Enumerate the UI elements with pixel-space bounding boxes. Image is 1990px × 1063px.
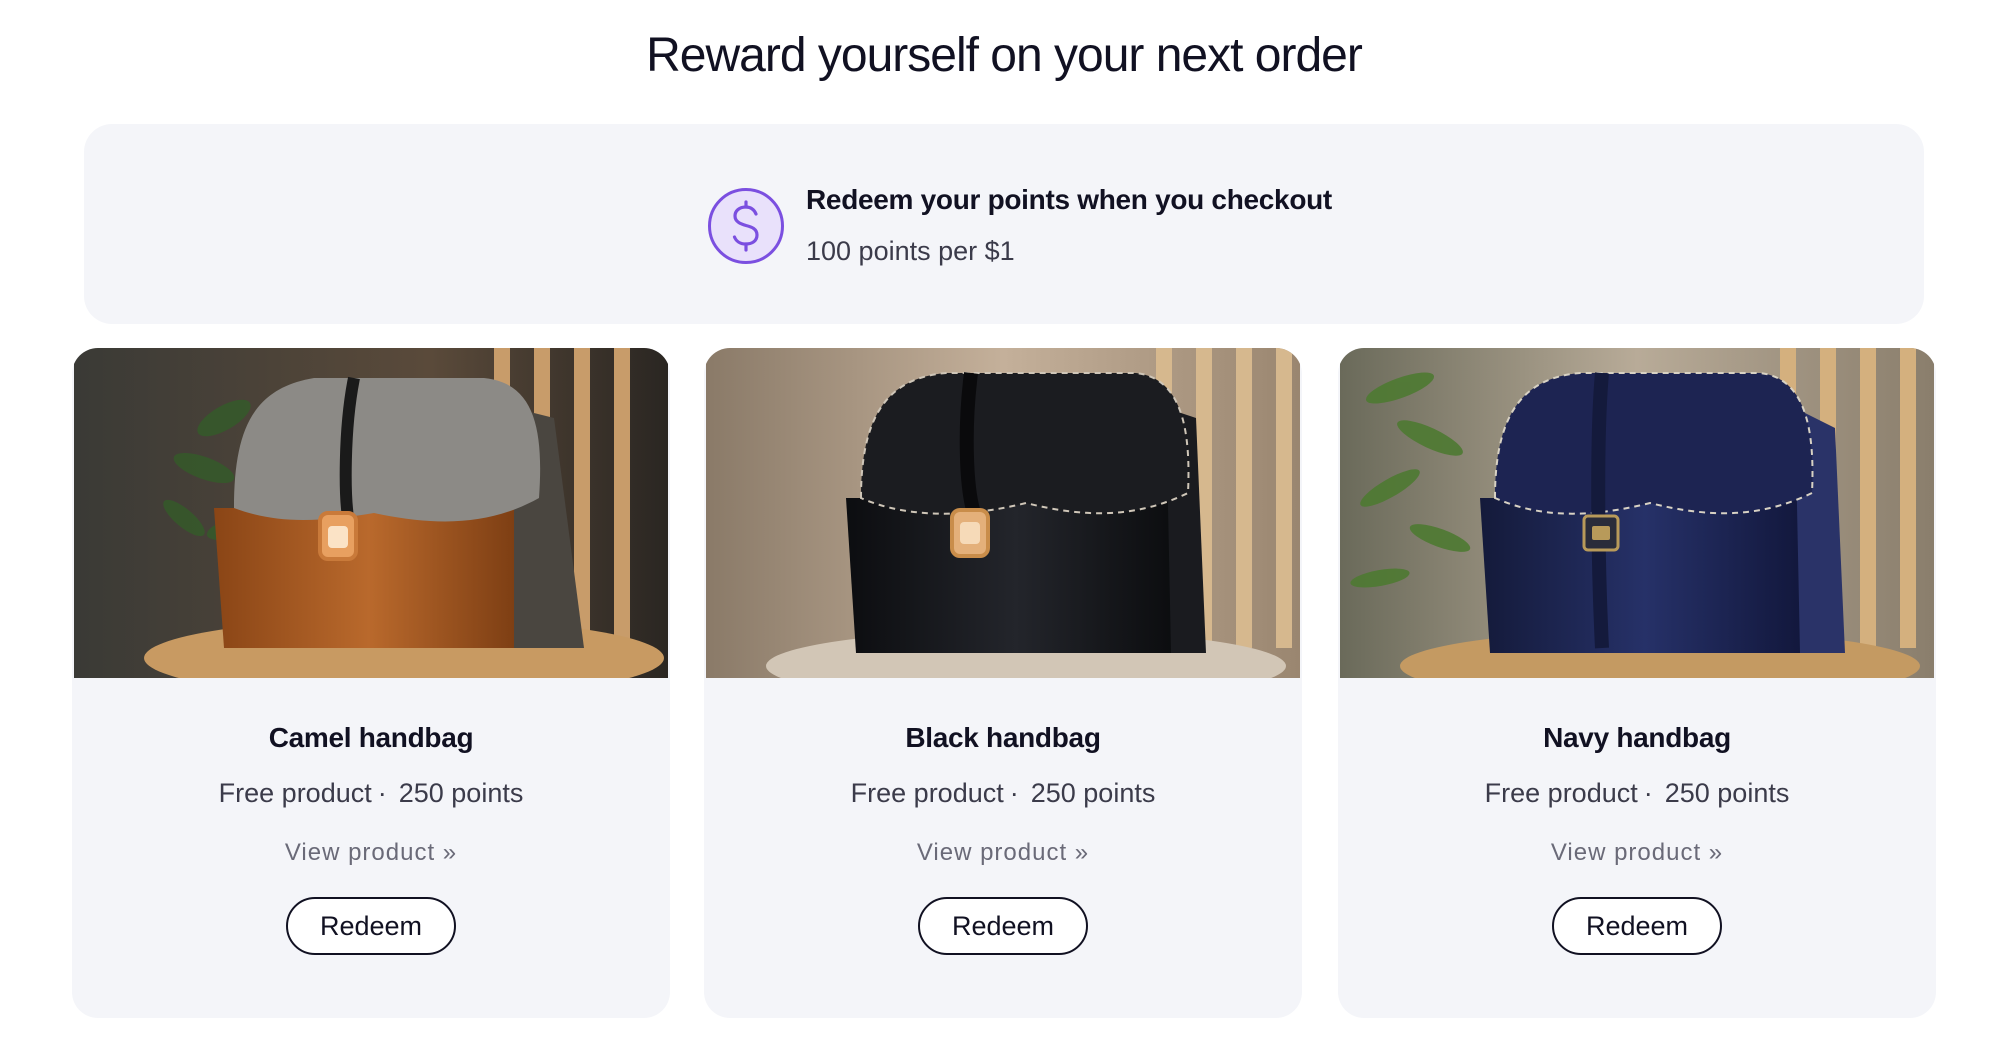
view-product-link[interactable]: View product » bbox=[285, 839, 457, 867]
product-card-camel: Camel handbag Free product · 250 points Vi… bbox=[72, 348, 670, 1018]
product-type: Free product bbox=[218, 778, 372, 808]
product-type: Free product bbox=[850, 778, 1004, 808]
product-image-camel[interactable] bbox=[74, 348, 668, 678]
product-points: 250 points bbox=[398, 778, 524, 808]
view-product-link[interactable]: View product » bbox=[917, 839, 1089, 867]
separator-dot: · bbox=[1009, 778, 1019, 808]
redeem-button[interactable]: Redeem bbox=[918, 897, 1088, 955]
view-product-link[interactable]: View product » bbox=[1551, 839, 1723, 867]
product-name: Camel handbag bbox=[268, 722, 474, 753]
product-name: Black handbag bbox=[905, 722, 1101, 753]
product-image-navy[interactable] bbox=[1340, 348, 1934, 678]
product-name: Navy handbag bbox=[1543, 722, 1731, 753]
product-card-navy: Navy handbag Free product · 250 points Vie… bbox=[1338, 348, 1936, 1018]
dollar-circle-icon bbox=[708, 188, 784, 264]
product-image-black[interactable] bbox=[706, 348, 1300, 678]
product-details: Camel handbag Free product · 250 points Vi… bbox=[72, 722, 670, 955]
product-points: 250 points bbox=[1664, 778, 1790, 808]
product-meta: Free product · 250 points bbox=[704, 778, 1302, 809]
product-meta: Free product · 250 points bbox=[1338, 778, 1936, 809]
redeem-button[interactable]: Redeem bbox=[1552, 897, 1722, 955]
product-type: Free product bbox=[1484, 778, 1638, 808]
page-title: Reward yourself on your next order bbox=[646, 29, 1363, 82]
separator-dot: · bbox=[1643, 778, 1653, 808]
separator-dot: · bbox=[377, 778, 387, 808]
redeem-button[interactable]: Redeem bbox=[286, 897, 456, 955]
product-card-black: Black handbag Free product · 250 points Vi… bbox=[704, 348, 1302, 1018]
banner-subtext: 100 points per $1 bbox=[806, 236, 1015, 266]
banner-heading: Redeem your points when you checkout bbox=[806, 184, 1332, 215]
product-points: 250 points bbox=[1030, 778, 1156, 808]
points-banner: Redeem your points when you checkout 100… bbox=[84, 124, 1924, 324]
product-meta: Free product · 250 points bbox=[72, 778, 670, 809]
banner-content: Redeem your points when you checkout 100… bbox=[708, 184, 1332, 267]
banner-text: Redeem your points when you checkout 100… bbox=[806, 184, 1332, 267]
product-details: Navy handbag Free product · 250 points Vie… bbox=[1338, 722, 1936, 955]
product-details: Black handbag Free product · 250 points Vi… bbox=[704, 722, 1302, 955]
